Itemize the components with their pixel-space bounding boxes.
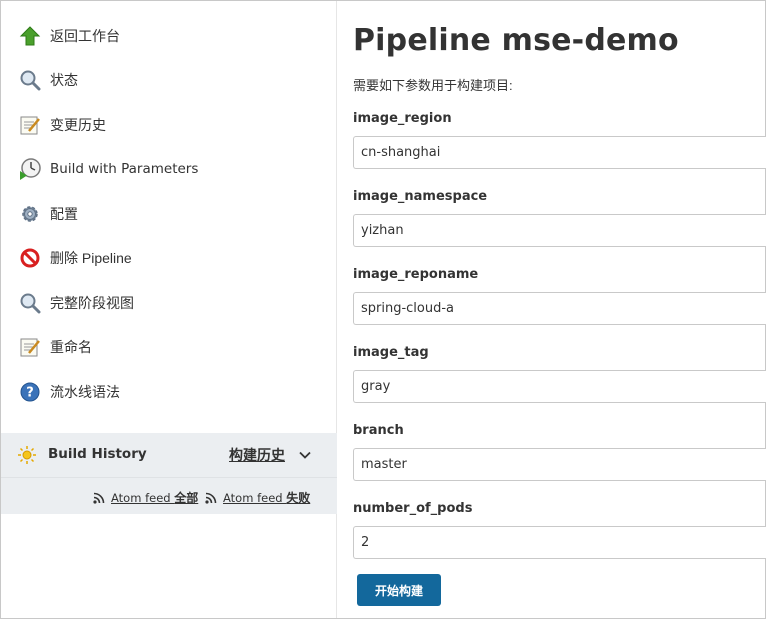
image-region-input[interactable] bbox=[353, 136, 766, 169]
help-icon: ? bbox=[17, 379, 43, 405]
clock-play-icon bbox=[17, 156, 43, 182]
rss-icon bbox=[93, 492, 105, 504]
sidebar-item-delete-pipeline[interactable]: 删除 Pipeline bbox=[17, 243, 317, 273]
atom-feed-failed-link[interactable]: Atom feed 失败 bbox=[205, 489, 310, 506]
sidebar-item-rename[interactable]: 重命名 bbox=[17, 332, 317, 362]
chevron-down-icon[interactable] bbox=[297, 447, 313, 463]
sidebar-item-status[interactable]: 状态 bbox=[17, 65, 317, 95]
sidebar: 返回工作台 状态 变更历史 Build with Parameters 配置 删… bbox=[1, 1, 337, 618]
sidebar-item-label: 完整阶段视图 bbox=[50, 295, 134, 311]
notepad-icon bbox=[17, 112, 43, 138]
build-history-title: Build History bbox=[48, 446, 147, 462]
sidebar-item-pipeline-syntax[interactable]: ? 流水线语法 bbox=[17, 377, 317, 407]
sidebar-item-label: 配置 bbox=[50, 206, 78, 222]
sidebar-item-label: Build with Parameters bbox=[50, 161, 199, 177]
build-history-header: Build History 构建历史 bbox=[1, 433, 337, 477]
magnifier-icon bbox=[17, 67, 43, 93]
branch-input[interactable] bbox=[353, 448, 766, 481]
sidebar-item-label: 返回工作台 bbox=[50, 28, 120, 44]
feed-scope: 失败 bbox=[286, 491, 311, 505]
param-label-image-reponame: image_reponame bbox=[353, 267, 479, 282]
parameters-description: 需要如下参数用于构建项目: bbox=[353, 78, 513, 93]
image-tag-input[interactable] bbox=[353, 370, 766, 403]
sidebar-item-build-with-parameters[interactable]: Build with Parameters bbox=[17, 154, 317, 184]
sidebar-item-back-to-dashboard[interactable]: 返回工作台 bbox=[17, 21, 317, 51]
sidebar-item-label: 重命名 bbox=[50, 339, 92, 355]
param-label-number-of-pods: number_of_pods bbox=[353, 501, 473, 516]
main-panel: Pipeline mse-demo 需要如下参数用于构建项目: image_re… bbox=[338, 1, 766, 618]
param-label-branch: branch bbox=[353, 423, 404, 438]
atom-feed-all-link[interactable]: Atom feed 全部 bbox=[93, 489, 198, 506]
number-of-pods-input[interactable] bbox=[353, 526, 766, 559]
feed-scope: 全部 bbox=[174, 491, 199, 505]
rss-icon bbox=[205, 492, 217, 504]
gear-icon bbox=[17, 201, 43, 227]
notepad-icon bbox=[17, 334, 43, 360]
build-history-feeds: Atom feed 全部 Atom feed 失败 bbox=[1, 477, 337, 514]
up-arrow-icon bbox=[17, 23, 43, 49]
sidebar-item-label: 变更历史 bbox=[50, 117, 106, 133]
sidebar-item-label: 状态 bbox=[50, 72, 78, 88]
param-label-image-region: image_region bbox=[353, 111, 452, 126]
sun-icon bbox=[17, 445, 37, 465]
build-trend-link[interactable]: 构建历史 bbox=[229, 445, 285, 465]
sidebar-item-label: 流水线语法 bbox=[50, 384, 120, 400]
image-namespace-input[interactable] bbox=[353, 214, 766, 247]
param-label-image-tag: image_tag bbox=[353, 345, 429, 360]
magnifier-icon bbox=[17, 290, 43, 316]
no-entry-icon bbox=[17, 245, 43, 271]
svg-text:?: ? bbox=[26, 386, 34, 401]
page-title: Pipeline mse-demo bbox=[353, 23, 679, 58]
feed-prefix: Atom feed bbox=[111, 491, 175, 505]
feed-prefix: Atom feed bbox=[223, 491, 287, 505]
image-reponame-input[interactable] bbox=[353, 292, 766, 325]
sidebar-item-configure[interactable]: 配置 bbox=[17, 199, 317, 229]
sidebar-item-full-stage-view[interactable]: 完整阶段视图 bbox=[17, 288, 317, 318]
sidebar-item-changes[interactable]: 变更历史 bbox=[17, 110, 317, 140]
param-label-image-namespace: image_namespace bbox=[353, 189, 488, 204]
start-build-button[interactable]: 开始构建 bbox=[357, 574, 441, 606]
sidebar-item-label: 删除 Pipeline bbox=[50, 250, 132, 266]
